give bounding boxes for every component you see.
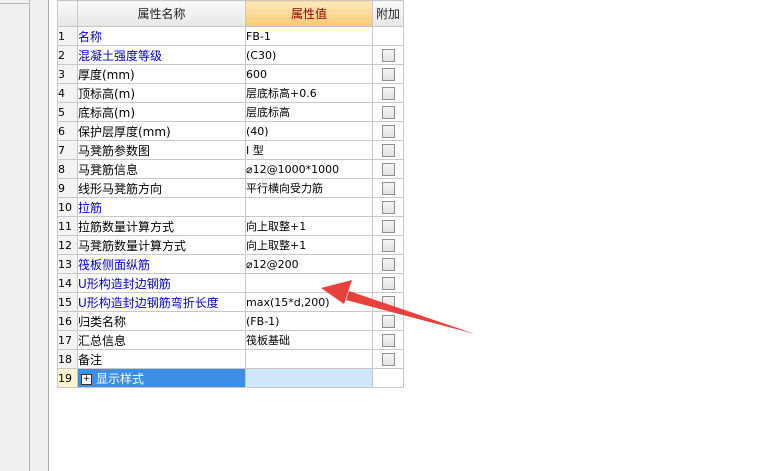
annotation-overlay — [321, 280, 475, 334]
red-arrow-icon — [321, 280, 475, 334]
